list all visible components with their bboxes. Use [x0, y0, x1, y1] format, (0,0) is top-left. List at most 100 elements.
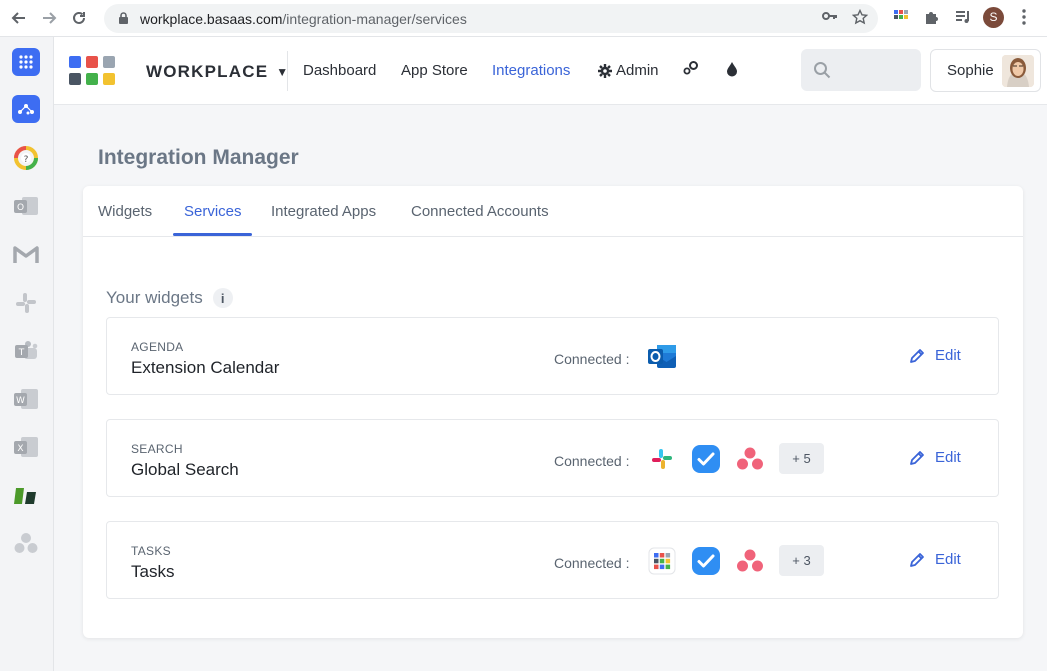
edit-label: Edit [935, 449, 961, 466]
slack-grey-icon [16, 293, 36, 313]
widget-row-search: SEARCH Global Search Connected : + 5 Edi… [106, 419, 999, 497]
svg-text:?: ? [24, 155, 29, 165]
rail-teams-app[interactable]: T [12, 337, 40, 365]
connected-label: Connected : [554, 351, 630, 367]
rail-green-app[interactable] [12, 481, 40, 509]
pencil-icon [910, 348, 924, 363]
slack-icon [647, 444, 677, 474]
back-arrow-icon[interactable] [4, 3, 34, 33]
connected-label: Connected : [554, 555, 630, 571]
rail-asana-app[interactable] [12, 529, 40, 557]
user-name: Sophie [947, 62, 994, 79]
outlook-icon [647, 342, 677, 372]
tab-connected-accounts[interactable]: Connected Accounts [411, 203, 549, 220]
workplace-logo[interactable] [69, 56, 121, 87]
rail-gmail-app[interactable] [12, 241, 40, 269]
edit-button-agenda[interactable]: Edit [909, 347, 961, 364]
url-host: workplace.basaas.com [140, 10, 283, 27]
search-icon [814, 62, 831, 79]
kebab-menu-icon[interactable] [1013, 6, 1035, 28]
url-path: /integration-manager/services [282, 10, 467, 27]
theme-button[interactable] [726, 61, 738, 81]
widget-category: TASKS [131, 544, 171, 558]
rail-help-app[interactable]: ? [12, 144, 40, 172]
gmail-grey-icon [13, 246, 39, 263]
brand-name: WORKPLACE [146, 62, 269, 81]
green-blocks-icon [14, 488, 36, 504]
widget-row-tasks: TASKS Tasks Connected : + 3 Edit [106, 521, 999, 599]
forward-arrow-icon[interactable] [34, 3, 64, 33]
edit-button-tasks[interactable]: Edit [909, 551, 961, 568]
rail-integrations-button[interactable] [12, 95, 40, 123]
search-input[interactable] [801, 49, 921, 91]
asana-icon [735, 444, 765, 474]
asana-icon [735, 546, 765, 576]
puzzle-icon[interactable] [921, 6, 943, 28]
grid-app-icon [647, 546, 677, 576]
address-bar[interactable]: workplace.basaas.com/integration-manager… [104, 4, 878, 33]
nav-integrations[interactable]: Integrations [492, 62, 570, 79]
rail-slack-app[interactable] [12, 289, 40, 317]
star-icon[interactable] [851, 8, 869, 29]
reload-icon[interactable] [64, 3, 94, 33]
word-grey-icon: W [14, 389, 38, 409]
rail-word-app[interactable]: W [12, 385, 40, 413]
tab-widgets[interactable]: Widgets [98, 203, 152, 220]
nav-admin-label: Admin [616, 62, 659, 79]
browser-profile-avatar[interactable]: S [983, 6, 1004, 28]
header-divider [287, 51, 288, 91]
nav-admin[interactable]: Admin [598, 62, 659, 79]
link-gears-icon [683, 61, 698, 75]
check-app-icon [691, 444, 721, 474]
svg-text:T: T [18, 348, 25, 358]
browser-toolbar: workplace.basaas.com/integration-manager… [0, 0, 1047, 37]
pencil-icon [910, 450, 924, 465]
widget-name: Global Search [131, 460, 239, 479]
user-menu[interactable]: Sophie [930, 49, 1041, 92]
active-tab-indicator [173, 233, 252, 236]
excel-grey-icon: X [14, 437, 38, 457]
more-services-badge[interactable]: + 3 [779, 545, 824, 576]
rail-apps-button[interactable] [12, 48, 40, 76]
edit-label: Edit [935, 347, 961, 364]
help-ring-icon: ? [14, 146, 38, 170]
apps-grid-icon [12, 48, 40, 76]
key-icon[interactable] [822, 9, 838, 29]
nav-app-store[interactable]: App Store [401, 62, 468, 79]
app-rail: ? O T W X [0, 37, 54, 671]
integration-nodes-icon [12, 95, 40, 123]
media-queue-icon[interactable] [952, 6, 974, 28]
page-title: Integration Manager [98, 146, 299, 169]
lock-icon [116, 12, 130, 26]
rail-excel-app[interactable]: X [12, 433, 40, 461]
connected-label: Connected : [554, 453, 630, 469]
tab-integrated-apps[interactable]: Integrated Apps [271, 203, 376, 220]
widget-name: Extension Calendar [131, 358, 280, 377]
extension-grid-icon[interactable] [890, 6, 912, 28]
check-app-icon [691, 546, 721, 576]
tab-bar: Widgets Services Integrated Apps Connect… [83, 186, 1023, 237]
gear-icon [598, 63, 612, 78]
workspace-switcher[interactable]: WORKPLACE ▼ [146, 62, 289, 82]
widget-name: Tasks [131, 562, 175, 581]
rail-outlook-app[interactable]: O [12, 192, 40, 220]
asana-grey-icon [14, 533, 38, 553]
pencil-icon [910, 552, 924, 567]
integration-card: Widgets Services Integrated Apps Connect… [83, 186, 1023, 638]
widget-category: AGENDA [131, 340, 184, 354]
more-services-badge[interactable]: + 5 [779, 443, 824, 474]
nav-dashboard[interactable]: Dashboard [303, 62, 376, 79]
edit-button-search[interactable]: Edit [909, 449, 961, 466]
svg-text:X: X [17, 444, 23, 454]
section-title: Your widgets i [106, 288, 233, 308]
section-title-text: Your widgets [106, 288, 203, 307]
app-header: WORKPLACE ▼ Dashboard App Store Integrat… [54, 37, 1047, 105]
integration-settings-button[interactable] [683, 61, 699, 79]
tab-services[interactable]: Services [184, 203, 242, 220]
svg-text:O: O [17, 203, 24, 213]
info-icon[interactable]: i [212, 288, 233, 308]
teams-grey-icon: T [15, 341, 38, 359]
widget-row-agenda: AGENDA Extension Calendar Connected : Ed… [106, 317, 999, 395]
avatar [1002, 55, 1034, 87]
outlook-grey-icon: O [14, 197, 38, 215]
